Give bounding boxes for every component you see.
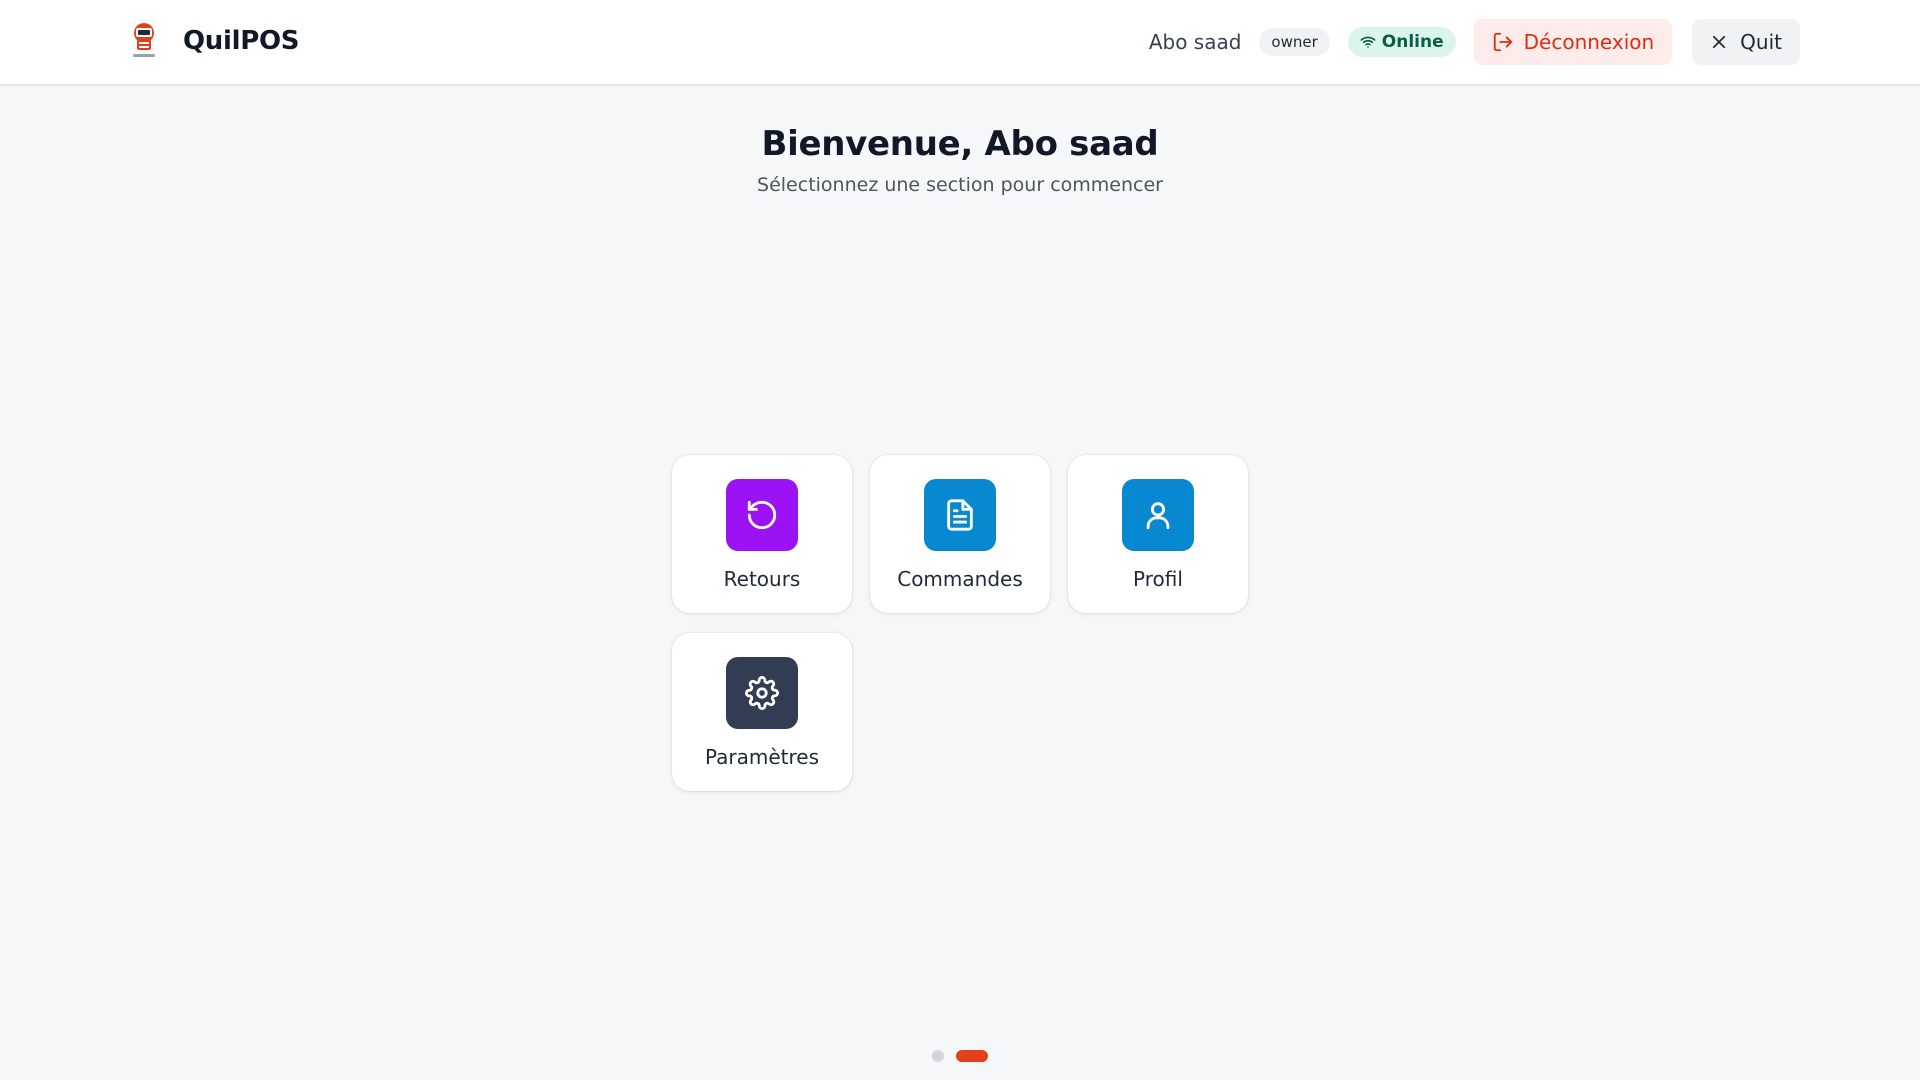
page-dot-2-active[interactable] [956,1050,988,1062]
section-label: Commandes [897,567,1023,591]
header-actions: Abo saad owner Online Déconnexion Quit [1149,18,1800,66]
quit-button[interactable]: Quit [1692,19,1800,65]
section-icon-tile [726,657,798,729]
rotate-ccw-icon [747,500,777,530]
section-label: Profil [1133,567,1183,591]
online-status-badge: Online [1347,27,1456,57]
role-badge: owner [1259,28,1330,56]
section-icon-tile [924,479,996,551]
logout-button[interactable]: Déconnexion [1473,19,1673,65]
page-indicator [932,1050,988,1062]
section-card-profil[interactable]: Profil [1068,455,1248,613]
quilpos-logo-icon [133,23,155,57]
log-out-icon [1493,32,1512,52]
close-icon [1713,35,1726,49]
brand: QuilPOS [130,22,300,60]
welcome-section: Bienvenue, Abo saad Sélectionnez une sec… [0,124,1920,196]
section-card-parametres[interactable]: Paramètres [672,633,852,791]
status-label: Online [1381,32,1444,52]
logout-label: Déconnexion [1523,30,1655,54]
section-grid: Retours Commandes Profil Paramètres [672,455,1248,791]
file-text-icon [947,499,973,531]
section-icon-tile [726,479,798,551]
welcome-title: Bienvenue, Abo saad [761,124,1159,164]
wifi-icon [1360,36,1376,48]
welcome-subtitle: Sélectionnez une section pour commencer [757,174,1163,196]
app-name: QuilPOS [183,26,300,56]
section-card-commandes[interactable]: Commandes [870,455,1050,613]
quit-label: Quit [1740,30,1782,54]
section-label: Retours [723,567,801,591]
page-dot-1[interactable] [932,1050,944,1062]
user-icon [1146,502,1170,530]
settings-gear-icon [745,676,779,710]
section-label: Paramètres [704,745,820,769]
current-user-name: Abo saad [1148,30,1242,54]
section-icon-tile [1122,479,1194,551]
section-card-retours[interactable]: Retours [672,455,852,613]
top-bar: QuilPOS Abo saad owner Online Déconnexio… [0,0,1920,84]
